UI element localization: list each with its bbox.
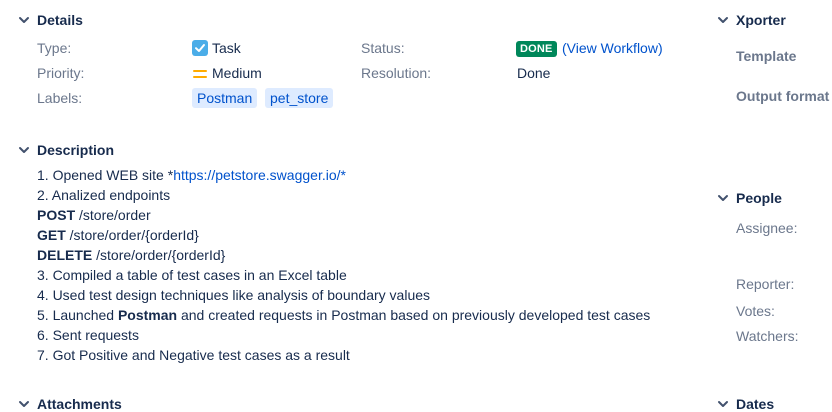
- resolution-label: Resolution:: [361, 65, 432, 81]
- label-tag-pet-store[interactable]: pet_store: [265, 88, 334, 108]
- petstore-link[interactable]: https://petstore.swagger.io/*: [173, 167, 346, 183]
- status-badge: DONE: [516, 41, 557, 57]
- details-collapse-chevron-icon[interactable]: [17, 13, 31, 27]
- task-type-icon: [192, 40, 208, 56]
- resolution-value: Done: [517, 65, 551, 81]
- description-line-5: 5. Launched Postman and created requests…: [37, 307, 650, 323]
- assignee-label: Assignee:: [736, 220, 798, 236]
- xporter-collapse-chevron-icon[interactable]: [716, 13, 730, 27]
- get-method: GET: [37, 227, 66, 243]
- description-line-6: 6. Sent requests: [37, 327, 139, 343]
- xporter-output-format-label: Output format: [736, 88, 830, 104]
- description-line-7: 7. Got Positive and Negative test cases …: [37, 347, 350, 363]
- post-method: POST: [37, 207, 76, 223]
- line5-bold: Postman: [117, 307, 178, 323]
- description-line-2: 2. Analized endpoints: [37, 187, 171, 203]
- attachments-collapse-chevron-icon[interactable]: [17, 397, 31, 411]
- delete-method: DELETE: [37, 247, 93, 263]
- priority-label: Priority:: [37, 65, 85, 81]
- description-line-delete: DELETE /store/order/{orderId}: [37, 247, 225, 263]
- priority-medium-icon: [193, 67, 207, 79]
- description-line-3: 3. Compiled a table of test cases in an …: [37, 267, 347, 283]
- view-workflow-link[interactable]: (View Workflow): [562, 40, 663, 56]
- type-value: Task: [212, 40, 241, 56]
- xporter-template-label: Template: [736, 48, 797, 64]
- dates-collapse-chevron-icon[interactable]: [716, 397, 730, 411]
- get-path: /store/order/{orderId}: [65, 227, 199, 243]
- description-section-title[interactable]: Description: [37, 142, 114, 158]
- attachments-section-title[interactable]: Attachments: [37, 396, 122, 412]
- labels-label: Labels:: [37, 90, 83, 106]
- details-section-title[interactable]: Details: [37, 12, 83, 28]
- delete-path: /store/order/{orderId}: [92, 247, 226, 263]
- people-collapse-chevron-icon[interactable]: [716, 191, 730, 205]
- description-collapse-chevron-icon[interactable]: [17, 143, 31, 157]
- line5-prefix: 5. Launched: [37, 307, 118, 323]
- description-line-get: GET /store/order/{orderId}: [37, 227, 199, 243]
- votes-label: Votes:: [736, 303, 775, 319]
- reporter-label: Reporter:: [736, 276, 795, 292]
- status-label: Status:: [361, 40, 405, 56]
- line5-suffix: and created requests in Postman based on…: [177, 307, 651, 323]
- watchers-label: Watchers:: [736, 328, 799, 344]
- xporter-section-title[interactable]: Xporter: [736, 12, 786, 28]
- type-label: Type:: [37, 40, 72, 56]
- description-line-post: POST /store/order: [37, 207, 151, 223]
- post-path: /store/order: [75, 207, 151, 223]
- dates-section-title[interactable]: Dates: [736, 396, 774, 412]
- priority-value: Medium: [212, 65, 262, 81]
- description-line-4: 4. Used test design techniques like anal…: [37, 287, 431, 303]
- people-section-title[interactable]: People: [736, 190, 782, 206]
- line1-text: 1. Opened WEB site *: [37, 167, 174, 183]
- description-line-1: 1. Opened WEB site *https://petstore.swa…: [37, 167, 346, 183]
- label-tag-postman[interactable]: Postman: [192, 88, 258, 108]
